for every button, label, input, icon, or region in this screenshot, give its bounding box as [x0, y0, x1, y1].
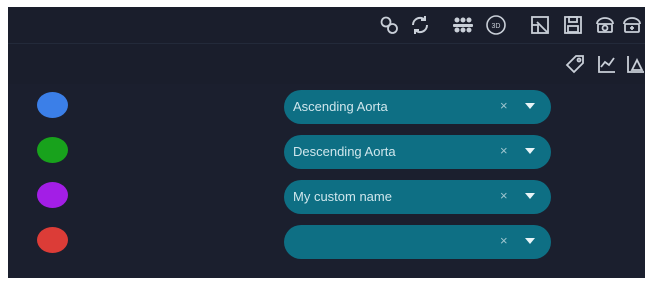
- chevron-down-icon[interactable]: [525, 193, 535, 199]
- segment-row: Ascending Aorta ×: [8, 90, 645, 124]
- segment-name-select[interactable]: Descending Aorta ×: [284, 135, 551, 169]
- segment-row: Descending Aorta ×: [8, 135, 645, 169]
- segment-name-select[interactable]: Ascending Aorta ×: [284, 90, 551, 124]
- app-panel: 3D Ascending Aorta × Descending Aorta × …: [8, 7, 645, 278]
- secondary-toolbar: [8, 44, 645, 84]
- segment-color-swatch[interactable]: [37, 182, 68, 208]
- chevron-down-icon[interactable]: [525, 103, 535, 109]
- top-toolbar: 3D: [8, 7, 645, 44]
- segment-row: ×: [8, 225, 645, 259]
- clear-icon[interactable]: ×: [500, 188, 508, 204]
- clear-icon[interactable]: ×: [500, 98, 508, 114]
- camera-rotate-icon[interactable]: [620, 13, 644, 37]
- chevron-down-icon[interactable]: [525, 238, 535, 244]
- clear-icon[interactable]: ×: [500, 233, 508, 249]
- save-icon[interactable]: [561, 13, 585, 37]
- refresh-icon[interactable]: [408, 13, 432, 37]
- camera-icon[interactable]: [593, 13, 617, 37]
- area-chart-icon[interactable]: [624, 52, 645, 76]
- segment-color-swatch[interactable]: [37, 137, 68, 163]
- tag-icon[interactable]: [563, 52, 587, 76]
- segment-row: My custom name ×: [8, 180, 645, 214]
- eye-360-icon[interactable]: 3D: [484, 13, 508, 37]
- segment-color-swatch[interactable]: [37, 92, 68, 118]
- group-icon[interactable]: [451, 13, 475, 37]
- segment-color-swatch[interactable]: [37, 227, 68, 253]
- segment-name-value: My custom name: [293, 189, 392, 204]
- segment-name-value: Descending Aorta: [293, 144, 396, 159]
- chevron-down-icon[interactable]: [525, 148, 535, 154]
- crop-icon[interactable]: [528, 13, 552, 37]
- segment-name-value: Ascending Aorta: [293, 99, 388, 114]
- segment-name-select[interactable]: My custom name ×: [284, 180, 551, 214]
- link-icon[interactable]: [377, 13, 401, 37]
- line-chart-icon[interactable]: [595, 52, 619, 76]
- clear-icon[interactable]: ×: [500, 143, 508, 159]
- segment-name-select[interactable]: ×: [284, 225, 551, 259]
- svg-text:3D: 3D: [492, 23, 501, 30]
